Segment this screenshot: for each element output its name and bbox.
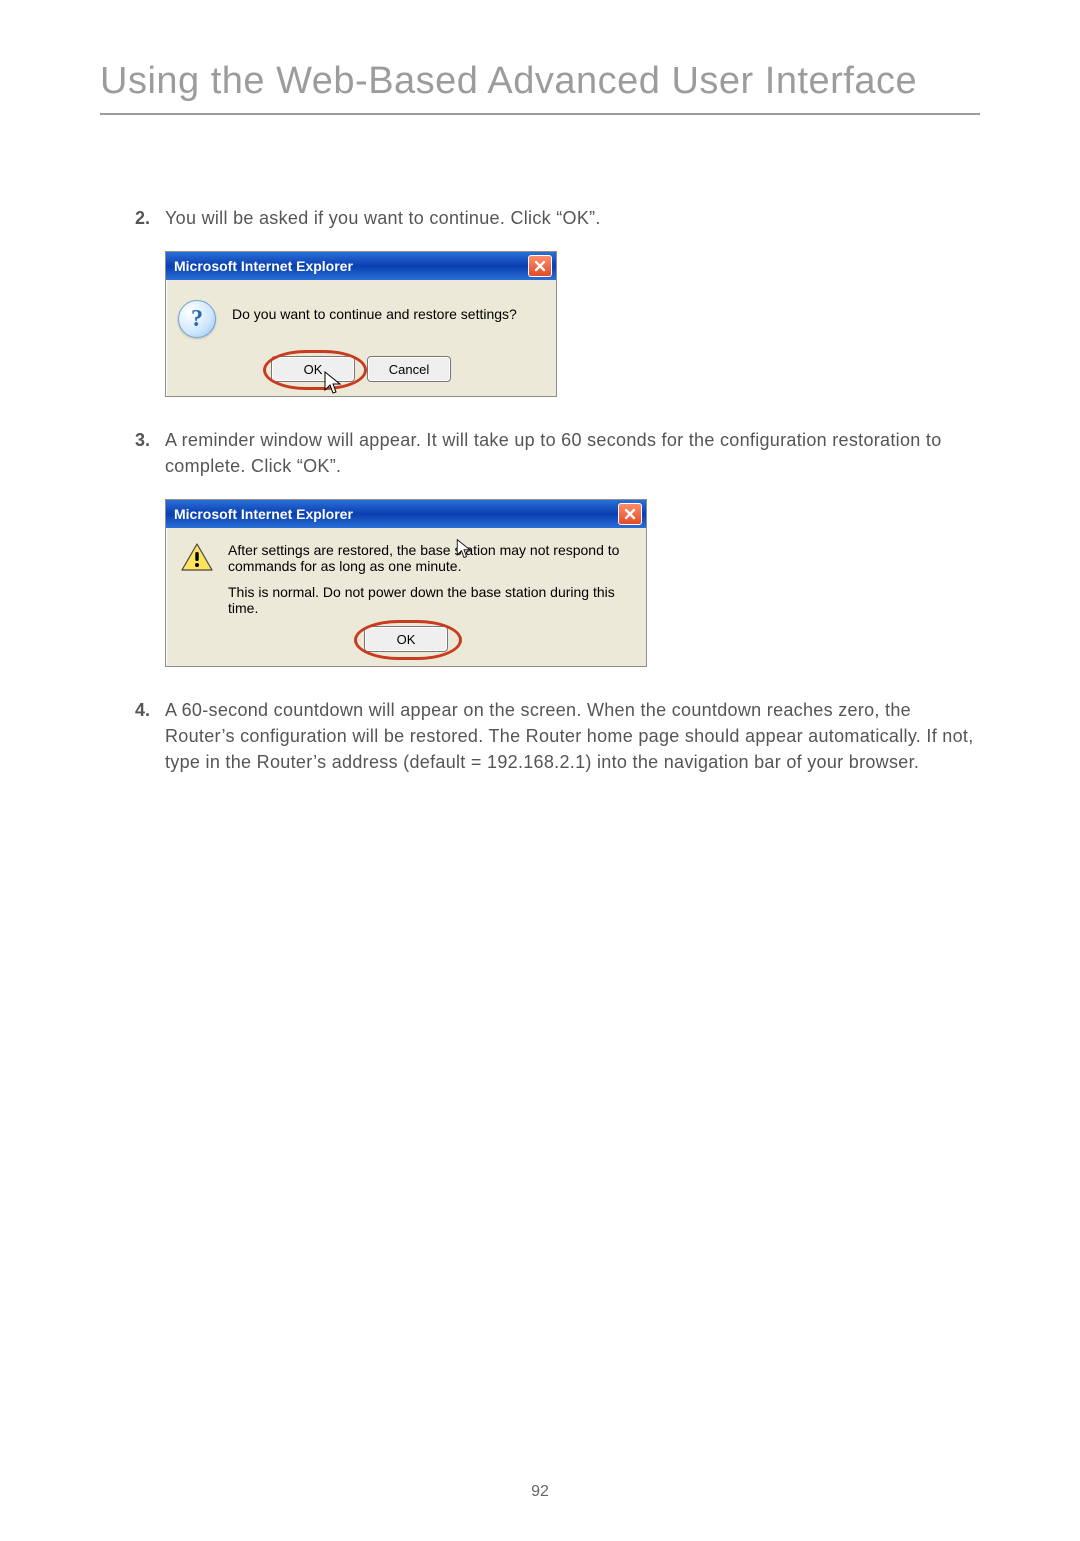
dialog-title: Microsoft Internet Explorer bbox=[174, 506, 353, 522]
dialog-confirm-restore: Microsoft Internet Explorer ? Do you wan… bbox=[165, 251, 557, 397]
step-number: 4. bbox=[100, 697, 165, 775]
dialog-message-row: ? Do you want to continue and restore se… bbox=[178, 300, 544, 338]
dialog-reminder: Microsoft Internet Explorer After settin… bbox=[165, 499, 647, 667]
close-icon bbox=[624, 508, 636, 520]
close-button[interactable] bbox=[618, 503, 642, 525]
page-title: Using the Web-Based Advanced User Interf… bbox=[100, 60, 980, 103]
dialog-body: After settings are restored, the base st… bbox=[166, 528, 646, 666]
ok-button-label: OK bbox=[397, 632, 416, 647]
dialog-button-row: OK bbox=[180, 626, 632, 652]
close-button[interactable] bbox=[528, 255, 552, 277]
warning-icon bbox=[180, 542, 214, 572]
document-page: Using the Web-Based Advanced User Interf… bbox=[0, 0, 1080, 1541]
step-3: 3. A reminder window will appear. It wil… bbox=[100, 427, 980, 479]
close-icon bbox=[534, 260, 546, 272]
dialog-body: ? Do you want to continue and restore se… bbox=[166, 280, 556, 396]
cancel-button[interactable]: Cancel bbox=[367, 356, 451, 382]
step-text: You will be asked if you want to continu… bbox=[165, 205, 980, 231]
step-number: 3. bbox=[100, 427, 165, 479]
step-number: 2. bbox=[100, 205, 165, 231]
ok-button-label: OK bbox=[304, 362, 323, 377]
cancel-button-label: Cancel bbox=[389, 362, 429, 377]
dialog-message: Do you want to continue and restore sett… bbox=[232, 300, 517, 322]
question-icon: ? bbox=[178, 300, 216, 338]
dialog-titlebar: Microsoft Internet Explorer bbox=[166, 500, 646, 528]
step-2: 2. You will be asked if you want to cont… bbox=[100, 205, 980, 231]
step-text: A 60-second countdown will appear on the… bbox=[165, 697, 980, 775]
ok-button[interactable]: OK bbox=[364, 626, 448, 652]
title-divider bbox=[100, 113, 980, 115]
dialog-message-line1: After settings are restored, the base st… bbox=[228, 542, 632, 574]
ok-button[interactable]: OK bbox=[271, 356, 355, 382]
page-number: 92 bbox=[0, 1483, 1080, 1501]
step-text: A reminder window will appear. It will t… bbox=[165, 427, 980, 479]
step-4: 4. A 60-second countdown will appear on … bbox=[100, 697, 980, 775]
dialog-message-line2: This is normal. Do not power down the ba… bbox=[228, 584, 632, 616]
dialog-message-row: After settings are restored, the base st… bbox=[180, 542, 632, 616]
dialog-title: Microsoft Internet Explorer bbox=[174, 258, 353, 274]
dialog-button-row: OK Cancel bbox=[178, 356, 544, 382]
dialog-titlebar: Microsoft Internet Explorer bbox=[166, 252, 556, 280]
